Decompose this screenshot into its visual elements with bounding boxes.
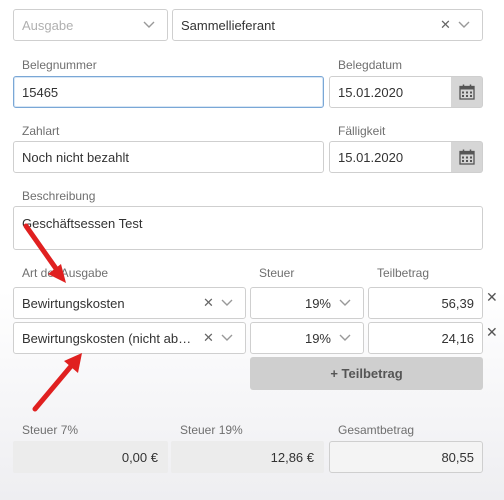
item-type-select[interactable]: Bewirtungskosten (nicht abziehbar) ✕	[13, 322, 246, 354]
chevron-down-icon	[217, 328, 237, 348]
expense-type-select[interactable]: Ausgabe	[13, 9, 168, 41]
beschreibung-textarea[interactable]: Geschäftsessen Test	[13, 206, 483, 250]
tax19-value: 12,86 €	[171, 441, 324, 473]
chevron-down-icon	[217, 293, 237, 313]
item-type-value: Bewirtungskosten	[22, 295, 125, 311]
belegdatum-input[interactable]: 15.01.2020	[329, 76, 452, 108]
tax19-label: Steuer 19%	[180, 423, 243, 437]
beschreibung-label: Beschreibung	[22, 189, 96, 203]
belegdatum-calendar-button[interactable]	[451, 76, 483, 108]
item-tax-select[interactable]: 19%	[250, 287, 364, 319]
clear-icon[interactable]: ✕	[440, 17, 451, 33]
item-amount-input[interactable]: 56,39	[368, 287, 483, 319]
remove-row-icon[interactable]: ✕	[486, 324, 498, 341]
beschreibung-value: Geschäftsessen Test	[22, 216, 143, 231]
faelligkeit-value: 15.01.2020	[338, 149, 404, 165]
col-amount-label: Teilbetrag	[377, 266, 430, 280]
item-amount-value: 56,39	[441, 295, 474, 311]
chevron-down-icon	[139, 15, 159, 35]
col-tax-label: Steuer	[259, 266, 295, 280]
belegdatum-label: Belegdatum	[338, 58, 403, 72]
calendar-icon	[458, 149, 475, 165]
faelligkeit-label: Fälligkeit	[338, 124, 386, 138]
item-amount-value: 24,16	[441, 330, 474, 346]
belegnummer-value: 15465	[22, 84, 59, 100]
annotation-arrow	[32, 353, 82, 412]
faelligkeit-input[interactable]: 15.01.2020	[329, 141, 452, 173]
chevron-down-icon	[335, 328, 355, 348]
belegnummer-label: Belegnummer	[22, 58, 97, 72]
tax7-label: Steuer 7%	[22, 423, 79, 437]
clear-icon[interactable]: ✕	[203, 295, 214, 311]
item-amount-input[interactable]: 24,16	[368, 322, 483, 354]
chevron-down-icon	[335, 293, 355, 313]
total-input[interactable]: 80,55	[329, 441, 483, 473]
item-type-select[interactable]: Bewirtungskosten ✕	[13, 287, 246, 319]
add-teilbetrag-label: + Teilbetrag	[330, 366, 403, 381]
belegnummer-input[interactable]: 15465	[13, 76, 324, 108]
total-value: 80,55	[441, 449, 474, 465]
zahlart-select[interactable]: Noch nicht bezahlt	[13, 141, 324, 173]
remove-row-icon[interactable]: ✕	[486, 289, 498, 306]
item-tax-value: 19%	[304, 330, 331, 346]
item-tax-value: 19%	[304, 295, 331, 311]
tax7-value: 0,00 €	[13, 441, 168, 473]
supplier-value: Sammellieferant	[181, 17, 275, 33]
item-tax-select[interactable]: 19%	[250, 322, 364, 354]
faelligkeit-calendar-button[interactable]	[451, 141, 483, 173]
zahlart-label: Zahlart	[22, 124, 60, 138]
belegdatum-value: 15.01.2020	[338, 84, 404, 100]
item-type-value: Bewirtungskosten (nicht abziehbar)	[22, 330, 197, 346]
expense-type-value: Ausgabe	[22, 17, 74, 33]
chevron-down-icon	[454, 15, 474, 35]
zahlart-value: Noch nicht bezahlt	[22, 149, 129, 165]
add-teilbetrag-button[interactable]: + Teilbetrag	[250, 357, 483, 390]
clear-icon[interactable]: ✕	[203, 330, 214, 346]
supplier-select[interactable]: Sammellieferant ✕	[172, 9, 483, 41]
total-label: Gesamtbetrag	[338, 423, 415, 437]
col-type-label: Art der Ausgabe	[22, 266, 109, 280]
calendar-icon	[458, 84, 475, 100]
